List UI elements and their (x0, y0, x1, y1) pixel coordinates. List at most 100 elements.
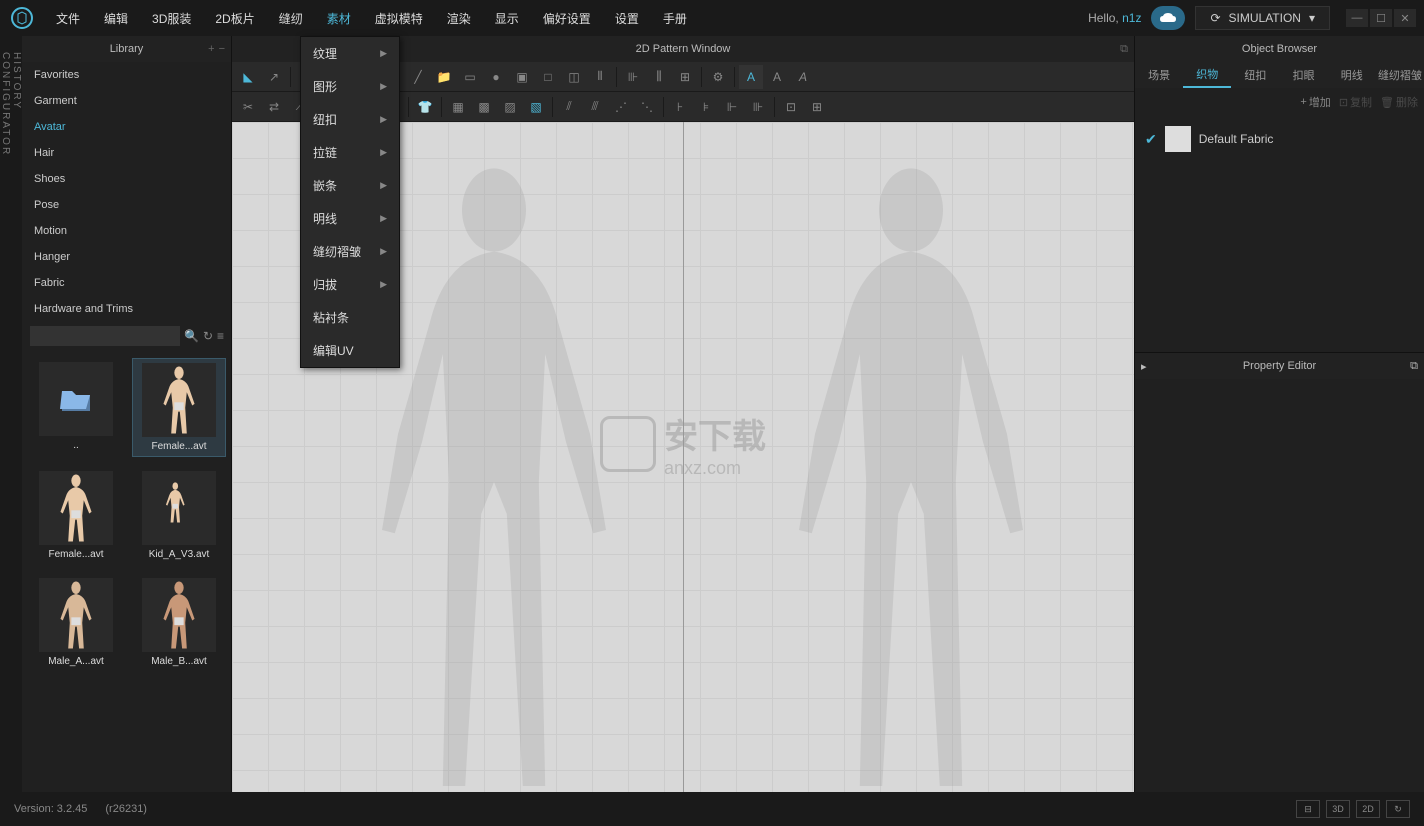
dropdown-item-缝纫褶皱[interactable]: 缝纫褶皱▶ (301, 235, 399, 268)
tool-line-icon[interactable]: ╱ (406, 65, 430, 89)
library-category-hanger[interactable]: Hanger (22, 244, 231, 270)
object-tab-纽扣[interactable]: 纽扣 (1231, 62, 1279, 88)
tool2-stitch4-icon[interactable]: ⋱ (635, 95, 659, 119)
menu-2D板片[interactable]: 2D板片 (203, 2, 266, 35)
tool-text-b-icon[interactable]: A (765, 65, 789, 89)
tool-circle-icon[interactable]: ● (484, 65, 508, 89)
menu-设置[interactable]: 设置 (603, 2, 651, 35)
tool-text-a-icon[interactable]: A (739, 65, 763, 89)
add-icon[interactable]: + (208, 43, 214, 55)
tool-select-icon[interactable]: ◣ (236, 65, 260, 89)
tool2-tex1-icon[interactable]: ▦ (446, 95, 470, 119)
dropdown-item-纽扣[interactable]: 纽扣▶ (301, 103, 399, 136)
view-3d-button[interactable]: 3D (1326, 800, 1350, 818)
menu-素材[interactable]: 素材 (315, 2, 363, 35)
library-category-avatar[interactable]: Avatar (22, 114, 231, 140)
tool2-align4-icon[interactable]: ⊪ (746, 95, 770, 119)
library-category-fabric[interactable]: Fabric (22, 270, 231, 296)
library-category-hardware-and-trims[interactable]: Hardware and Trims (22, 296, 231, 322)
list-view-icon[interactable]: ≡ (217, 327, 224, 345)
popout-icon[interactable]: ⧉ (1120, 43, 1128, 56)
tool2-grid1-icon[interactable]: ⊡ (779, 95, 803, 119)
cloud-button[interactable] (1151, 6, 1185, 30)
dropdown-item-嵌条[interactable]: 嵌条▶ (301, 169, 399, 202)
tool2-align3-icon[interactable]: ⊩ (720, 95, 744, 119)
menu-虚拟模特[interactable]: 虚拟模特 (363, 2, 435, 35)
dropdown-item-粘衬条[interactable]: 粘衬条 (301, 301, 399, 334)
library-item[interactable]: Female...avt (30, 467, 122, 564)
refresh-icon[interactable]: ↻ (203, 327, 213, 345)
tool2-stitch1-icon[interactable]: ⫽ (557, 95, 581, 119)
add-button[interactable]: + 增加 (1300, 94, 1330, 110)
tool-grid-icon[interactable]: ⊞ (673, 65, 697, 89)
tool2-shirt-icon[interactable]: 👕 (413, 95, 437, 119)
delete-button[interactable]: 🗑 删除 (1380, 94, 1418, 110)
dropdown-item-纹理[interactable]: 纹理▶ (301, 37, 399, 70)
maximize-button[interactable]: ☐ (1370, 9, 1392, 27)
tool2-align2-icon[interactable]: ⊧ (694, 95, 718, 119)
menu-渲染[interactable]: 渲染 (435, 2, 483, 35)
menu-显示[interactable]: 显示 (483, 2, 531, 35)
tool2-grid2-icon[interactable]: ⊞ (805, 95, 829, 119)
minimize-button[interactable]: — (1346, 9, 1368, 27)
menu-缝纫[interactable]: 缝纫 (267, 2, 315, 35)
library-category-motion[interactable]: Motion (22, 218, 231, 244)
library-item[interactable]: Male_B...avt (132, 574, 226, 671)
close-button[interactable]: ✕ (1394, 9, 1416, 27)
tool2-stitch3-icon[interactable]: ⋰ (609, 95, 633, 119)
side-tab-history[interactable]: HISTORY (11, 52, 22, 774)
tool-folder-icon[interactable]: 📁 (432, 65, 456, 89)
library-category-favorites[interactable]: Favorites (22, 62, 231, 88)
side-tab-configurator[interactable]: CONFIGURATOR (0, 52, 11, 774)
dropdown-item-明线[interactable]: 明线▶ (301, 202, 399, 235)
copy-button[interactable]: ⊡ 复制 (1339, 94, 1372, 110)
tool-gear-icon[interactable]: ⚙ (706, 65, 730, 89)
dropdown-item-编辑UV[interactable]: 编辑UV (301, 334, 399, 367)
menu-编辑[interactable]: 编辑 (92, 2, 140, 35)
tool2-scissors-icon[interactable]: ✂ (236, 95, 260, 119)
view-2d-button[interactable]: 2D (1356, 800, 1380, 818)
library-item[interactable]: Kid_A_V3.avt (132, 467, 226, 564)
library-category-hair[interactable]: Hair (22, 140, 231, 166)
library-item[interactable]: Female...avt (132, 358, 226, 457)
menu-偏好设置[interactable]: 偏好设置 (531, 2, 603, 35)
tool-rect-icon[interactable]: ▭ (458, 65, 482, 89)
dropdown-item-拉链[interactable]: 拉链▶ (301, 136, 399, 169)
remove-icon[interactable]: − (219, 43, 225, 55)
tool-image-icon[interactable]: ▣ (510, 65, 534, 89)
tool-3d-icon[interactable]: ◫ (562, 65, 586, 89)
tool-measure-icon[interactable]: ⊪ (621, 65, 645, 89)
object-tab-场景[interactable]: 场景 (1135, 62, 1183, 88)
simulation-mode-button[interactable]: ⟳ SIMULATION ▾ (1195, 6, 1330, 30)
tool-arrow-icon[interactable]: ↗ (262, 65, 286, 89)
object-tab-缝纫褶皱[interactable]: 缝纫褶皱 (1376, 62, 1424, 88)
menu-手册[interactable]: 手册 (651, 2, 699, 35)
library-item[interactable]: Male_A...avt (30, 574, 122, 671)
popout-icon[interactable]: ⧉ (1410, 360, 1418, 373)
dropdown-item-图形[interactable]: 图形▶ (301, 70, 399, 103)
refresh-view-button[interactable]: ↻ (1386, 800, 1410, 818)
tool2-tex3-icon[interactable]: ▨ (498, 95, 522, 119)
tool-mirror-icon[interactable]: ⦀ (588, 65, 612, 89)
menu-3D服装[interactable]: 3D服装 (140, 2, 203, 35)
object-tab-织物[interactable]: 织物 (1183, 62, 1231, 88)
fabric-item[interactable]: ✔ Default Fabric (1141, 122, 1418, 156)
object-tab-扣眼[interactable]: 扣眼 (1280, 62, 1328, 88)
view-split-button[interactable]: ⊟ (1296, 800, 1320, 818)
tool2-tex4-icon[interactable]: ▧ (524, 95, 548, 119)
tool-ruler-icon[interactable]: ⫼ (647, 65, 671, 89)
tool2-align1-icon[interactable]: ⊦ (668, 95, 692, 119)
dropdown-item-归拔[interactable]: 归拔▶ (301, 268, 399, 301)
library-item[interactable]: .. (30, 358, 122, 457)
library-category-garment[interactable]: Garment (22, 88, 231, 114)
tool2-sew-icon[interactable]: ⇄ (262, 95, 286, 119)
search-input[interactable] (30, 326, 180, 346)
menu-文件[interactable]: 文件 (44, 2, 92, 35)
object-tab-明线[interactable]: 明线 (1328, 62, 1376, 88)
tool-text-c-icon[interactable]: A (791, 65, 815, 89)
tool2-stitch2-icon[interactable]: ⫻ (583, 95, 607, 119)
collapse-icon[interactable]: ▸ (1141, 360, 1147, 373)
library-category-shoes[interactable]: Shoes (22, 166, 231, 192)
library-category-pose[interactable]: Pose (22, 192, 231, 218)
search-icon[interactable]: 🔍 (184, 327, 199, 345)
